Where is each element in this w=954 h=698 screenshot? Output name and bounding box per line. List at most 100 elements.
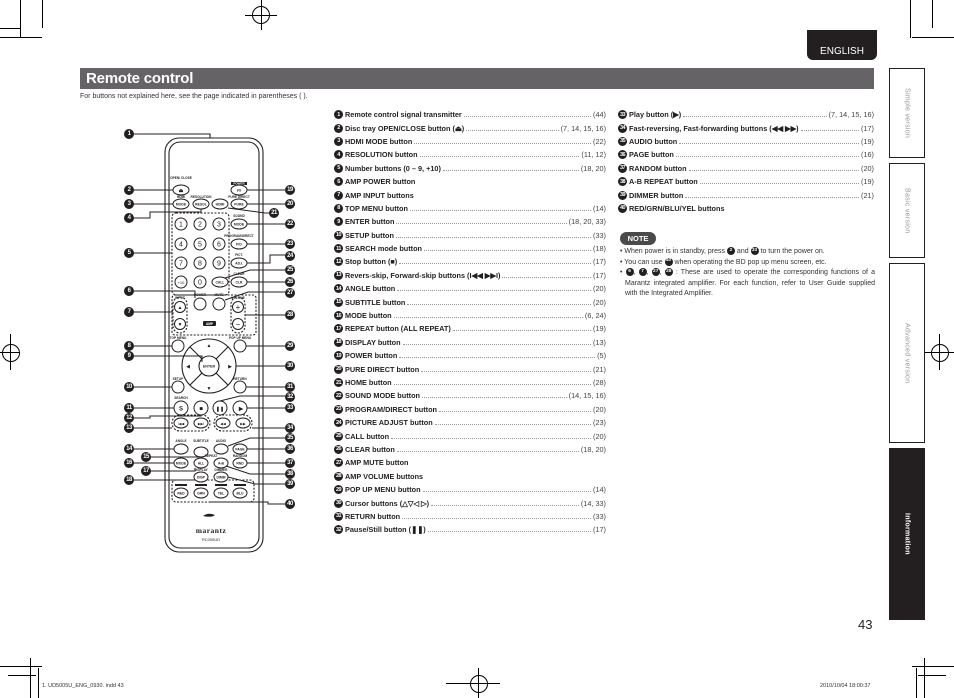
button-list-item: 24 PICTURE ADJUST button (23): [334, 416, 606, 429]
item-number-badge: 36: [618, 150, 627, 160]
item-number-badge: 12: [334, 257, 343, 267]
callout-2: 2: [124, 185, 134, 195]
leader-dots: [439, 410, 592, 412]
model-number: RC005UD: [202, 537, 220, 542]
label-pure-direct: PURE DIRECT: [228, 195, 250, 199]
leader-dots: [800, 129, 860, 131]
item-number-badge: 24: [334, 418, 343, 428]
callout-21: 21: [269, 208, 279, 218]
button-list-item: 12 Stop button (■) (17): [334, 255, 606, 268]
leader-dots: [397, 290, 592, 292]
leader-dots: [502, 276, 592, 278]
leader-dots: [393, 384, 592, 385]
item-label: HOME button: [345, 378, 392, 387]
number-8: 8: [198, 261, 202, 268]
item-number-badge: 39: [618, 190, 627, 200]
leader-dots: [679, 142, 860, 144]
color-bar: [175, 484, 187, 486]
callout-15: 15: [141, 452, 151, 462]
button-list-item: 2 Disc tray OPEN/CLOSE button (⏏) (7, 14, …: [334, 121, 606, 134]
button-list-item: 31 RETURN button (33): [334, 510, 606, 523]
item-number-badge: 11: [334, 244, 343, 254]
leader-dots: [402, 517, 592, 519]
callout-16: 16: [124, 458, 134, 468]
item-label: TOP MENU button: [345, 203, 408, 213]
callout-12: 12: [124, 413, 134, 423]
cursor-up-icon: ▲: [207, 343, 212, 349]
button-list-right: 33 Play button (▶) (7, 14, 15, 16) 34 Fast-r…: [618, 108, 874, 215]
callout-31: 31: [285, 382, 295, 392]
label-sound: SOUND: [233, 214, 245, 218]
blu-text: BLU: [237, 492, 245, 496]
leader-dots: [688, 169, 860, 171]
label-setup: SETUP: [173, 377, 185, 381]
callout-33: 33: [285, 403, 295, 413]
search-s-icon: S: [179, 407, 183, 413]
item-label: HDMI MODE button: [345, 136, 413, 146]
color-bar: [215, 484, 227, 486]
leader-dots: [407, 303, 592, 305]
footer-filename: 1. UD5005U_ENG_0930. indd 43: [42, 683, 124, 689]
item-number-badge: 9: [334, 217, 343, 227]
item-page-ref: (18, 20, 33): [568, 217, 606, 227]
leader-dots: [422, 491, 592, 493]
item-label: Number buttons (0 – 9, +10): [345, 163, 441, 173]
callout-4: 4: [124, 213, 134, 223]
button-list-item: 5 Number buttons (0 – 9, +10) (18, 20): [334, 162, 606, 175]
enter-text: ENTER: [203, 365, 216, 369]
button-list-item: 9 ENTER button (18, 20, 33): [334, 215, 606, 228]
item-number-badge: 16: [334, 311, 343, 321]
item-number-badge: 22: [334, 391, 343, 401]
item-number-badge: 29: [334, 485, 343, 495]
label-input: INPUT: [175, 296, 185, 300]
setup-button: [171, 380, 185, 394]
leader-dots: [421, 370, 592, 372]
hdmi-mode-text: MODE: [176, 203, 187, 207]
pd-text: P/D: [236, 243, 242, 247]
button-list-item: 23 PROGRAM/DIRECT button (20): [334, 403, 606, 416]
return-button: [233, 380, 247, 394]
callout-25: 25: [285, 265, 295, 275]
note-ref-badge: 6: [625, 268, 634, 277]
callout-5: 5: [124, 248, 134, 258]
item-label: SETUP button: [345, 230, 394, 240]
label-resolution: RESOLUTION: [191, 195, 213, 199]
button-list-item: 20 PURE DIRECT button (21): [334, 362, 606, 375]
item-label: SOUND MODE button: [345, 391, 420, 401]
input-down-icon: ▼: [178, 322, 183, 328]
callout-37: 37: [285, 458, 295, 468]
item-number-badge: 10: [334, 230, 343, 240]
item-number-badge: 4: [334, 150, 343, 160]
callout-36: 36: [285, 444, 295, 454]
item-label: SUBTITLE button: [345, 297, 406, 307]
item-label: RANDOM button: [629, 163, 687, 173]
item-page-ref: (33): [593, 230, 606, 240]
item-page-ref: (17): [593, 525, 606, 535]
item-page-ref: (17): [861, 123, 874, 133]
callout-35: 35: [285, 433, 295, 443]
brand-logo: marantz: [196, 526, 227, 535]
item-label: Disc tray OPEN/CLOSE button (⏏): [345, 123, 465, 133]
callout-3: 3: [124, 199, 134, 209]
callout-26: 26: [285, 277, 295, 287]
item-page-ref: (14, 33): [580, 498, 606, 508]
number-3: 3: [217, 222, 221, 229]
item-number-badge: 20: [334, 364, 343, 374]
callout-6: 6: [124, 286, 134, 296]
item-label: RESOLUTION button: [345, 150, 418, 160]
leader-dots: [409, 209, 592, 211]
item-page-ref: (18, 20): [580, 163, 606, 173]
number-0: 0: [198, 280, 202, 287]
item-number-badge: 38: [618, 177, 627, 187]
leader-dots: [675, 156, 860, 158]
label-open-close: OPEN/ CLOSE: [170, 176, 192, 180]
callout-7: 7: [124, 307, 134, 317]
label-popup-menu: POP UP MENU: [229, 336, 252, 340]
item-number-badge: 21: [334, 378, 343, 387]
callout-19: 19: [285, 185, 295, 195]
callout-23: 23: [285, 239, 295, 249]
button-list-item: 18 DISPLAY button (13): [334, 336, 606, 349]
item-page-ref: (20): [593, 284, 606, 294]
number-9: 9: [217, 261, 221, 268]
item-number-badge: 14: [334, 284, 343, 294]
